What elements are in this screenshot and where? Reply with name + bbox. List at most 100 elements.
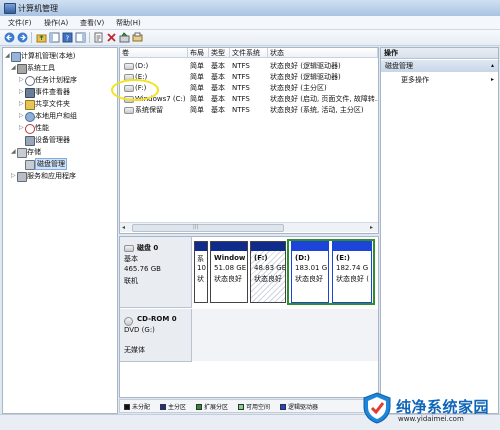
partition-size: 183.01 G [295, 264, 328, 272]
legend-swatch [280, 404, 286, 410]
tools-icon [17, 64, 27, 74]
volume-layout: 简单 [190, 73, 204, 81]
volume-filesystem: NTFS [232, 95, 250, 103]
volume-layout: 简单 [190, 106, 204, 114]
volume-status: 状态良好 (主分区) [270, 84, 327, 92]
legend-item: 未分配 [124, 402, 150, 411]
menu-file[interactable]: 文件(F) [8, 18, 32, 28]
shield-logo-icon [363, 392, 391, 424]
users-icon [25, 112, 35, 122]
actions-section-label: 磁盘管理 [385, 62, 413, 70]
partition-e[interactable]: (E:) 182.74 G 状态良好 ( [332, 241, 372, 303]
column-header-volume[interactable]: 卷 [120, 48, 188, 58]
legend-swatch [160, 404, 166, 410]
volume-status: 状态良好 (逻辑驱动器) [270, 73, 341, 81]
computer-icon [11, 52, 21, 62]
disk-properties-icon[interactable] [132, 32, 143, 43]
cdrom-media-area [192, 309, 378, 361]
column-header-filesystem[interactable]: 文件系统 [230, 48, 268, 58]
volume-filesystem: NTFS [232, 62, 250, 70]
table-row[interactable]: 系统保留 简单 基本 NTFS 状态良好 (系统, 活动, 主分区) [120, 105, 378, 115]
collapse-arrow-icon[interactable]: ▴ [491, 60, 494, 72]
legend-item: 主分区 [160, 402, 186, 411]
window-title: 计算机管理 [18, 4, 58, 13]
menu-bar: 文件(F) 操作(A) 查看(V) 帮助(H) [0, 16, 500, 30]
help-icon[interactable]: ? [62, 32, 73, 43]
up-folder-icon[interactable] [36, 32, 47, 43]
disk-state: 无媒体 [124, 346, 145, 354]
partition-size: 51.08 GE [214, 264, 247, 272]
legend-swatch [238, 404, 244, 410]
legend-swatch [196, 404, 202, 410]
volume-status: 状态良好 (系统, 活动, 主分区) [270, 106, 364, 114]
title-bar: 计算机管理 [0, 0, 500, 17]
performance-icon [25, 124, 35, 134]
partition-status: 状态良好 ( [336, 275, 369, 283]
partition-status: 状态良好 [214, 275, 242, 283]
close-x-icon[interactable] [106, 32, 117, 43]
table-row[interactable]: Windows7 (C:) 简单 基本 NTFS 状态良好 (启动, 页面文件,… [120, 94, 378, 104]
show-hide-action-pane-icon[interactable] [75, 32, 86, 43]
partition-size: 10 [197, 264, 206, 272]
legend-item: 扩展分区 [196, 402, 228, 411]
properties-icon[interactable] [93, 32, 104, 43]
partition-name: (D:) [295, 254, 311, 262]
column-header-status[interactable]: 状态 [268, 48, 378, 58]
more-actions-label: 更多操作 [401, 76, 429, 84]
disk-management-icon [25, 160, 35, 170]
volume-status: 状态良好 (启动, 页面文件, 故障转... [270, 95, 379, 103]
grip-icon: ||| [193, 224, 199, 230]
drive-icon [124, 63, 134, 70]
disk-state: 联机 [124, 277, 138, 285]
volume-list: 卷 布局 类型 文件系统 状态 (D:) 简单 基本 NTFS 状态良好 (逻辑… [119, 47, 379, 234]
partition-name: 系 [197, 255, 204, 263]
partition-status: 状态良好 [254, 275, 282, 283]
volume-status: 状态良好 (逻辑驱动器) [270, 62, 341, 70]
partition-d[interactable]: (D:) 183.01 G 状态良好 [291, 241, 329, 303]
watermark-title: 纯净系统家园 [396, 398, 490, 416]
horizontal-scrollbar[interactable]: ◂ ||| ▸ [120, 222, 378, 232]
scroll-left-arrow-icon[interactable]: ◂ [122, 223, 125, 232]
table-row[interactable]: (E:) 简单 基本 NTFS 状态良好 (逻辑驱动器) [120, 72, 378, 82]
toolbar: ? [0, 30, 500, 46]
clock-icon [25, 76, 35, 86]
cdrom-0-label[interactable]: CD-ROM 0 DVD (G:) 无媒体 [120, 309, 192, 362]
table-row[interactable]: (D:) 简单 基本 NTFS 状态良好 (逻辑驱动器) [120, 61, 378, 71]
partition-name: (F:) [254, 254, 268, 262]
scroll-right-arrow-icon[interactable]: ▸ [370, 223, 373, 232]
disk-name: CD-ROM 0 [137, 315, 177, 323]
partition-windows-c[interactable]: Window 51.08 GE 状态良好 [210, 241, 248, 303]
watermark: 纯净系统家园 www.yidaimei.com [362, 388, 498, 428]
svg-text:?: ? [66, 35, 70, 43]
column-header-type[interactable]: 类型 [209, 48, 230, 58]
storage-icon [17, 148, 27, 158]
more-actions-item[interactable]: 更多操作 ▸ [401, 75, 496, 85]
volume-name: (D:) [135, 62, 149, 70]
volume-type: 基本 [211, 84, 225, 92]
back-arrow-icon[interactable] [4, 32, 15, 43]
column-header-layout[interactable]: 布局 [188, 48, 209, 58]
scrollbar-thumb[interactable] [132, 224, 284, 232]
device-manager-icon [25, 136, 35, 146]
disk-map: 磁盘 0 基本 465.76 GB 联机 系 10 状 Window 51.08… [119, 236, 379, 398]
partition-name: Window [214, 254, 246, 262]
disk-size: 465.76 GB [124, 265, 161, 273]
show-hide-tree-icon[interactable] [49, 32, 60, 43]
legend-item: 可用空间 [238, 402, 270, 411]
actions-section-disk-management[interactable]: 磁盘管理 ▴ [381, 60, 498, 72]
legend-swatch [124, 404, 130, 410]
actions-pane: 操作 磁盘管理 ▴ 更多操作 ▸ [380, 47, 499, 414]
forward-arrow-icon[interactable] [17, 32, 28, 43]
partition-f[interactable]: (F:) 48.83 GE 状态良好 [250, 241, 286, 303]
volume-name: 系统保留 [135, 106, 163, 114]
console-tree: ◢ 计算机管理(本地) ◢ 系统工具 ▷ 任务计划程序 ▷ 事件查看器 ▷ 共享… [2, 47, 118, 414]
disk-0-label[interactable]: 磁盘 0 基本 465.76 GB 联机 [120, 237, 192, 308]
menu-action[interactable]: 操作(A) [44, 18, 68, 28]
partition-status: 状 [197, 275, 204, 283]
check-disk-icon[interactable] [119, 32, 130, 43]
volume-layout: 简单 [190, 95, 204, 103]
cd-drive-icon [124, 317, 133, 326]
menu-help[interactable]: 帮助(H) [116, 18, 141, 28]
menu-view[interactable]: 查看(V) [80, 18, 104, 28]
partition-system-reserved[interactable]: 系 10 状 [194, 241, 208, 303]
